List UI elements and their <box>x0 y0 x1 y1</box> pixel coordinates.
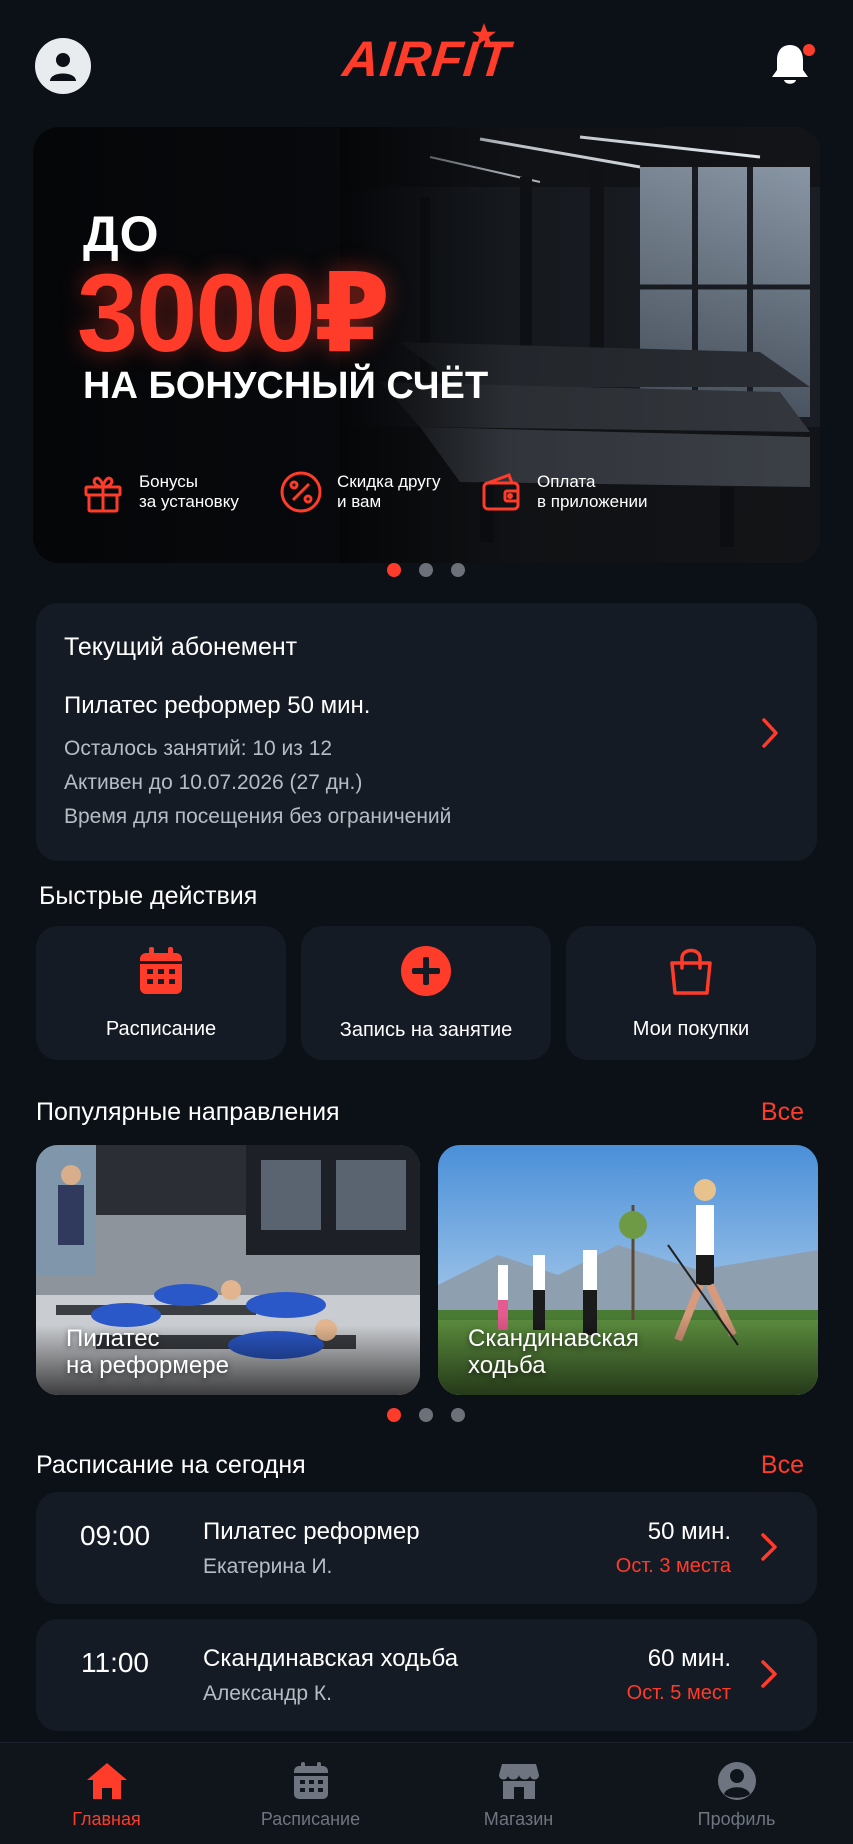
bottom-navigation: Главная Расписание Магазин Профиль <box>0 1742 853 1844</box>
chevron-right-icon <box>761 1533 777 1561</box>
direction-label-line: на реформере <box>66 1352 229 1379</box>
nav-item-schedule[interactable]: Расписание <box>204 1743 417 1844</box>
pagination-dot-active[interactable] <box>387 1408 401 1422</box>
subscription-title: Текущий абонемент <box>64 633 298 661</box>
banner-pagination <box>387 563 465 577</box>
banner-feature-discount: Скидка другу и вам <box>279 470 441 514</box>
subscription-active-until: Активен до 10.07.2026 (27 дн.) <box>64 771 363 794</box>
subscription-remaining: Осталось занятий: 10 из 12 <box>64 737 333 760</box>
quick-action-label: Мои покупки <box>632 1017 750 1040</box>
home-icon <box>86 1763 127 1799</box>
direction-card-pilates[interactable]: Пилатес на реформере <box>36 1145 420 1395</box>
pagination-dot[interactable] <box>451 563 465 577</box>
direction-label-line: Скандинавская <box>468 1325 639 1352</box>
schedule-duration: 50 мин. <box>647 1518 731 1545</box>
directions-pagination <box>387 1408 465 1422</box>
profile-icon <box>717 1762 756 1800</box>
nav-item-home[interactable]: Главная <box>0 1743 213 1844</box>
feature-line: в приложении <box>537 492 648 511</box>
schedule-today-title: Расписание на сегодня <box>36 1451 306 1479</box>
wallet-icon <box>482 473 520 511</box>
direction-label: Скандинавская ходьба <box>468 1325 639 1379</box>
feature-line: Оплата <box>537 472 596 491</box>
schedule-class-title: Пилатес реформер <box>203 1518 420 1545</box>
nav-label: Профиль <box>697 1809 776 1829</box>
schedule-all-link[interactable]: Все <box>761 1451 804 1480</box>
pagination-dot[interactable] <box>419 1408 433 1422</box>
pagination-dot[interactable] <box>451 1408 465 1422</box>
subscription-name: Пилатес реформер 50 мин. <box>64 692 371 719</box>
feature-line: и вам <box>337 492 382 511</box>
nav-item-store[interactable]: Магазин <box>412 1743 625 1844</box>
schedule-class-title: Скандинавская ходьба <box>203 1645 459 1672</box>
direction-card-nordic-walking[interactable]: Скандинавская ходьба <box>438 1145 818 1395</box>
current-subscription-card[interactable]: Текущий абонемент Пилатес реформер 50 ми… <box>36 603 817 861</box>
schedule-row[interactable]: 11:00 Скандинавская ходьба Александр К. … <box>36 1619 817 1731</box>
quick-action-purchases[interactable]: Мои покупки <box>566 926 816 1060</box>
schedule-time: 09:00 <box>79 1520 151 1551</box>
schedule-coach: Александр К. <box>203 1682 332 1705</box>
notification-badge <box>803 44 815 56</box>
banner-amount: 3000₽ <box>77 252 390 375</box>
pagination-dot-active[interactable] <box>387 563 401 577</box>
schedule-time: 11:00 <box>81 1647 149 1678</box>
quick-action-label: Расписание <box>105 1017 217 1040</box>
quick-action-label: Запись на занятие <box>339 1018 513 1041</box>
calendar-icon <box>140 946 182 994</box>
schedule-duration: 60 мин. <box>647 1645 731 1672</box>
quick-action-schedule[interactable]: Расписание <box>36 926 286 1060</box>
schedule-coach: Екатерина И. <box>203 1555 333 1578</box>
notifications-button[interactable] <box>769 40 817 92</box>
percent-icon <box>280 471 322 513</box>
nav-label: Расписание <box>260 1809 361 1829</box>
directions-all-link[interactable]: Все <box>761 1098 804 1127</box>
promo-banner[interactable]: ДО 3000₽ НА БОНУСНЫЙ СЧЁТ Бонусы за уста… <box>33 127 820 563</box>
feature-line: за установку <box>139 492 239 511</box>
store-icon <box>498 1764 539 1799</box>
nav-label: Магазин <box>483 1809 554 1829</box>
chevron-right-icon <box>761 1660 777 1688</box>
banner-feature-payment: Оплата в приложении <box>479 470 648 514</box>
subscription-visit-time: Время для посещения без ограничений <box>64 805 452 828</box>
pagination-dot[interactable] <box>419 563 433 577</box>
schedule-spots-left: Ост. 5 мест <box>626 1682 731 1704</box>
star-icon <box>471 23 496 46</box>
feature-line: Скидка другу <box>337 472 441 491</box>
chevron-right-icon <box>762 718 778 748</box>
shopping-bag-icon <box>670 948 712 995</box>
schedule-row[interactable]: 09:00 Пилатес реформер Екатерина И. 50 м… <box>36 1492 817 1604</box>
app-logo: AIRFIT <box>0 23 853 88</box>
nav-item-profile[interactable]: Профиль <box>630 1743 843 1844</box>
nav-label: Главная <box>72 1809 141 1829</box>
gift-icon <box>84 476 122 513</box>
plus-circle-icon <box>401 945 451 996</box>
banner-subtitle: НА БОНУСНЫЙ СЧЁТ <box>83 365 489 407</box>
direction-label-line: ходьба <box>468 1352 546 1379</box>
feature-line: Бонусы <box>139 472 199 491</box>
quick-actions-title: Быстрые действия <box>39 882 258 910</box>
direction-label: Пилатес на реформере <box>66 1325 229 1379</box>
calendar-icon <box>293 1762 328 1799</box>
popular-directions-title: Популярные направления <box>36 1098 340 1126</box>
quick-action-book-class[interactable]: Запись на занятие <box>301 926 551 1060</box>
schedule-spots-left: Ост. 3 места <box>615 1555 731 1577</box>
banner-feature-bonus: Бонусы за установку <box>81 470 239 514</box>
direction-label-line: Пилатес <box>66 1325 160 1352</box>
